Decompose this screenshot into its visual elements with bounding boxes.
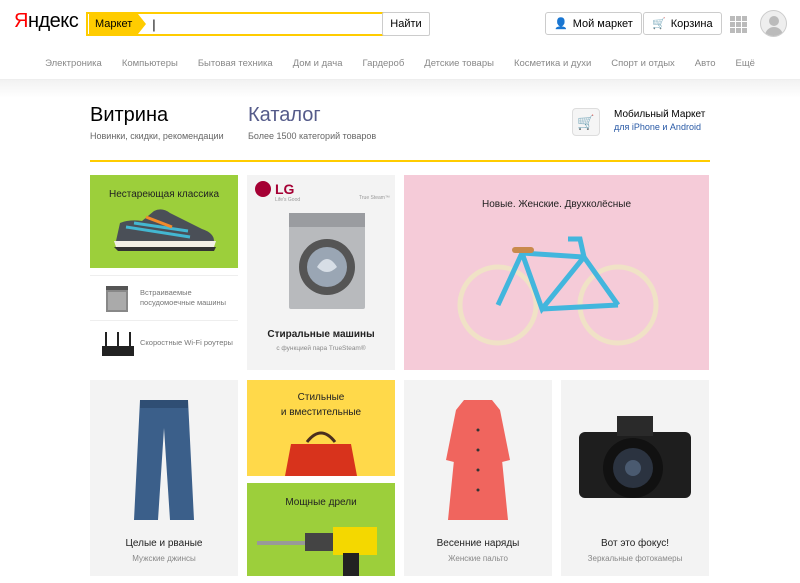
lg-slogan: Life's Good <box>275 197 301 203</box>
tile-dresses-title: Весенние наряды <box>436 538 520 549</box>
showcase-section[interactable]: Витрина Новинки, скидки, рекомендации <box>90 104 224 141</box>
tile-dishwashers-label: Встраиваемые посудомоечные машины <box>140 288 227 307</box>
tile-camera-subtitle: Зеркальные фотокамеры <box>587 554 683 563</box>
lg-logo-text: LG <box>275 181 295 197</box>
find-button[interactable]: Найти <box>382 12 430 36</box>
nav-item-electronics[interactable]: Электроника <box>45 58 102 79</box>
my-market-label: Мой маркет <box>572 17 633 30</box>
handbag-image <box>285 431 357 476</box>
tile-routers-label: Скоростные Wi-Fi роутеры <box>140 338 233 347</box>
tile-camera[interactable]: Вот это фокус! Зеркальные фотокамеры <box>561 380 709 576</box>
nav-item-computers[interactable]: Компьютеры <box>122 58 178 79</box>
tile-bikes[interactable]: Новые. Женские. Двухколёсные <box>404 175 709 370</box>
tile-routers[interactable]: Скоростные Wi-Fi роутеры <box>90 322 238 370</box>
washing-machine-image <box>289 213 365 309</box>
mobile-market-link[interactable]: для iPhone и Android <box>614 121 705 134</box>
tile-camera-title: Вот это фокус! <box>600 538 669 549</box>
search-box: Маркет <box>86 12 384 36</box>
yandex-logo[interactable]: Яндекс <box>14 10 79 33</box>
user-icon: 👤 <box>554 18 568 30</box>
my-market-button[interactable]: 👤 Мой маркет <box>545 12 642 35</box>
showcase-subtitle: Новинки, скидки, рекомендации <box>90 131 224 141</box>
catalog-subtitle: Более 1500 категорий товаров <box>248 131 377 141</box>
nav-item-home[interactable]: Дом и дача <box>293 58 343 79</box>
router-image <box>102 332 134 356</box>
tile-jeans-subtitle: Мужские джинсы <box>132 554 196 563</box>
lg-logo-icon <box>255 181 271 197</box>
header-shadow <box>0 80 800 98</box>
mobile-cart-icon: 🛒 <box>572 108 600 136</box>
cart-icon: 🛒 <box>652 18 666 30</box>
search-input[interactable] <box>152 16 353 32</box>
tile-dishwashers[interactable]: Встраиваемые посудомоечные машины <box>90 275 238 321</box>
nav-item-wardrobe[interactable]: Гардероб <box>362 58 404 79</box>
tile-dresses-subtitle: Женские пальто <box>448 554 508 563</box>
avatar[interactable] <box>760 10 787 37</box>
nav-item-appliances[interactable]: Бытовая техника <box>198 58 273 79</box>
sneaker-image <box>114 209 216 251</box>
nav-item-auto[interactable]: Авто <box>695 58 716 79</box>
section-divider <box>90 160 710 162</box>
drill-image <box>257 527 377 576</box>
category-nav: Электроника Компьютеры Бытовая техника Д… <box>0 48 800 80</box>
mobile-market-promo[interactable]: 🛒 Мобильный Маркет для iPhone и Android <box>572 108 705 136</box>
showcase-title: Витрина <box>90 104 169 126</box>
catalog-title: Каталог <box>248 104 321 126</box>
nav-item-cosmetics[interactable]: Косметика и духи <box>514 58 591 79</box>
header: Яндекс Маркет Найти 👤 Мой маркет 🛒 Корзи… <box>0 0 800 48</box>
bicycle-image <box>457 236 659 346</box>
dishwasher-image <box>106 286 128 312</box>
tile-washers-subtitle: с функцией пара TrueSteam® <box>276 345 366 352</box>
services-grid-icon[interactable] <box>730 16 747 33</box>
mobile-market-title: Мобильный Маркет <box>614 109 706 120</box>
catalog-section[interactable]: Каталог Более 1500 категорий товаров <box>248 104 376 141</box>
logo-rest: ндекс <box>27 10 79 32</box>
true-steam-badge: True Steam™ <box>359 195 390 201</box>
tile-classics[interactable]: Нестареющая классика <box>90 175 238 268</box>
nav-item-sport[interactable]: Спорт и отдых <box>611 58 675 79</box>
nav-item-more[interactable]: Ещё <box>735 58 754 79</box>
tile-drills[interactable]: Мощные дрели <box>247 483 395 576</box>
tile-jeans[interactable]: Целые и рваные Мужские джинсы <box>90 380 238 576</box>
nav-item-kids[interactable]: Детские товары <box>424 58 494 79</box>
tile-dresses[interactable]: Весенние наряды Женские пальто <box>404 380 552 576</box>
tile-jeans-title: Целые и рваные <box>125 538 203 549</box>
tile-washers-title: Стиральные машины <box>267 329 375 340</box>
tile-washers[interactable]: LG Life's Good True Steam™ Стиральные ма… <box>247 175 395 370</box>
tile-bags[interactable]: Стильные и вместительные <box>247 380 395 476</box>
search-service-tag[interactable]: Маркет <box>89 14 147 34</box>
cart-label: Корзина <box>670 17 713 30</box>
cart-button[interactable]: 🛒 Корзина <box>643 12 722 35</box>
